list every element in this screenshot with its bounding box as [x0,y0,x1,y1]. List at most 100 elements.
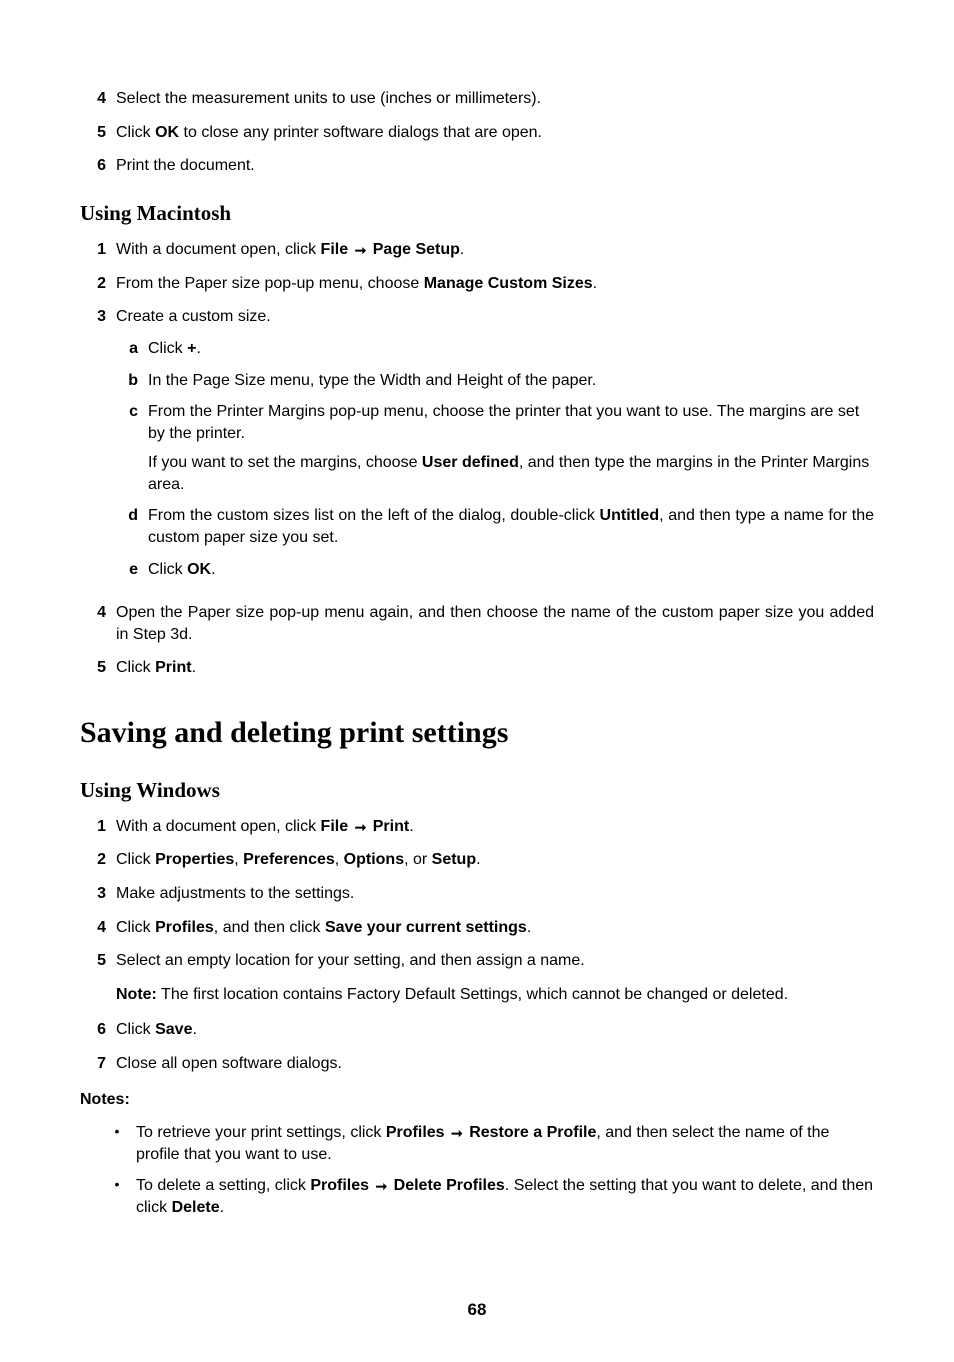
sublist-item: b In the Page Size menu, type the Width … [116,370,874,392]
marker: 6 [80,1019,116,1041]
list-item: 4 Open the Paper size pop-up menu again,… [80,602,874,645]
note-text: The first location contains Factory Defa… [157,986,788,1003]
bullet-item: • To retrieve your print settings, click… [106,1122,874,1165]
text: . [409,818,413,835]
notes-list: • To retrieve your print settings, click… [106,1122,874,1218]
list-item: 1 With a document open, click File ➞ Pri… [80,816,874,838]
marker: 7 [80,1053,116,1075]
arrow-icon: ➞ [355,820,367,834]
list-item: 4 Click Profiles, and then click Save yo… [80,917,874,939]
heading-saving-deleting: Saving and deleting print settings [80,713,874,754]
note-label: Note: [116,986,157,1003]
marker: 5 [80,950,116,972]
top-ordered-list: 4 Select the measurement units to use (i… [80,88,874,177]
text: If you want to set the margins, choose [148,454,422,471]
text: . [527,919,531,936]
list-text: From the custom sizes list on the left o… [148,505,874,548]
text: . [192,659,196,676]
list-text: Click OK to close any printer software d… [116,122,874,144]
sublist-item: c From the Printer Margins pop-up menu, … [116,401,874,495]
bold-text: Print [373,818,409,835]
marker: 3 [80,306,116,328]
text: , and then click [214,919,325,936]
text: to close any printer software dialogs th… [179,124,542,141]
list-item: 2 Click Properties, Preferences, Options… [80,849,874,871]
win-ordered-list-cont: 6 Click Save. 7 Close all open software … [80,1019,874,1074]
marker: 5 [80,122,116,144]
bold-text: Restore a Profile [469,1124,596,1141]
marker: e [116,559,148,581]
bold-text: Page Setup [373,241,460,258]
sublist-item: d From the custom sizes list on the left… [116,505,874,548]
win-ordered-list: 1 With a document open, click File ➞ Pri… [80,816,874,972]
bold-text: User defined [422,454,519,471]
bold-text: Delete Profiles [394,1177,505,1194]
bold-text: Preferences [243,851,335,868]
list-text: Click Profiles, and then click Save your… [116,917,874,939]
text: . [460,241,464,258]
bold-text: Delete [172,1199,220,1216]
marker: 4 [80,602,116,624]
mac-ordered-list: 1 With a document open, click File ➞ Pag… [80,239,874,679]
list-text: Select an empty location for your settin… [116,950,874,972]
bold-text: Untitled [600,507,660,524]
sublist-item: a Click +. [116,338,874,360]
list-text: Make adjustments to the settings. [116,883,874,905]
list-text: In the Page Size menu, type the Width an… [148,370,874,392]
bullet-icon: • [106,1175,136,1194]
list-text: From the Paper size pop-up menu, choose … [116,273,874,295]
list-item: 5 Click OK to close any printer software… [80,122,874,144]
list-text: Print the document. [116,155,874,177]
paragraph: If you want to set the margins, choose U… [148,452,874,495]
text: Click [148,340,187,357]
list-text: To retrieve your print settings, click P… [136,1122,874,1165]
list-item: 6 Print the document. [80,155,874,177]
marker: 4 [80,917,116,939]
marker: d [116,505,148,527]
bold-text: Save your current settings [325,919,527,936]
list-text: Select the measurement units to use (inc… [116,88,874,110]
marker: 5 [80,657,116,679]
bold-text: Manage Custom Sizes [424,275,593,292]
text: To retrieve your print settings, click [136,1124,386,1141]
bold-text: Profiles [386,1124,445,1141]
page-number: 68 [80,1299,874,1322]
bullet-icon: • [106,1122,136,1141]
text: , [234,851,243,868]
bold-text: Setup [432,851,476,868]
list-item: 5 Select an empty location for your sett… [80,950,874,972]
bold-text: Print [155,659,191,676]
list-text: Close all open software dialogs. [116,1053,874,1075]
text: Click [148,561,187,578]
bold-text: File [321,241,349,258]
bullet-item: • To delete a setting, click Profiles ➞ … [106,1175,874,1218]
list-item: 3 Make adjustments to the settings. [80,883,874,905]
list-item: 7 Close all open software dialogs. [80,1053,874,1075]
bold-text: OK [187,561,211,578]
list-item: 1 With a document open, click File ➞ Pag… [80,239,874,261]
list-text: Click Properties, Preferences, Options, … [116,849,874,871]
notes-heading: Notes: [80,1089,874,1111]
text: , [335,851,344,868]
text: . [196,340,200,357]
list-text: To delete a setting, click Profiles ➞ De… [136,1175,874,1218]
text: Click [116,1021,155,1038]
text: With a document open, click [116,241,321,258]
text: From the custom sizes list on the left o… [148,507,600,524]
list-text: Open the Paper size pop-up menu again, a… [116,602,874,645]
bold-text: File [321,818,349,835]
arrow-icon: ➞ [375,1179,387,1193]
sublist-item: e Click OK. [116,559,874,581]
marker: 1 [80,816,116,838]
arrow-icon: ➞ [355,243,367,257]
marker: 3 [80,883,116,905]
text: Create a custom size. [116,308,271,325]
marker: 6 [80,155,116,177]
bold-text: OK [155,124,179,141]
list-text: Create a custom size. a Click +. b In th… [116,306,874,590]
text: Click [116,851,155,868]
text: . [192,1021,196,1038]
text: . [211,561,215,578]
mac-sublist: a Click +. b In the Page Size menu, type… [116,338,874,580]
list-text: With a document open, click File ➞ Page … [116,239,874,261]
